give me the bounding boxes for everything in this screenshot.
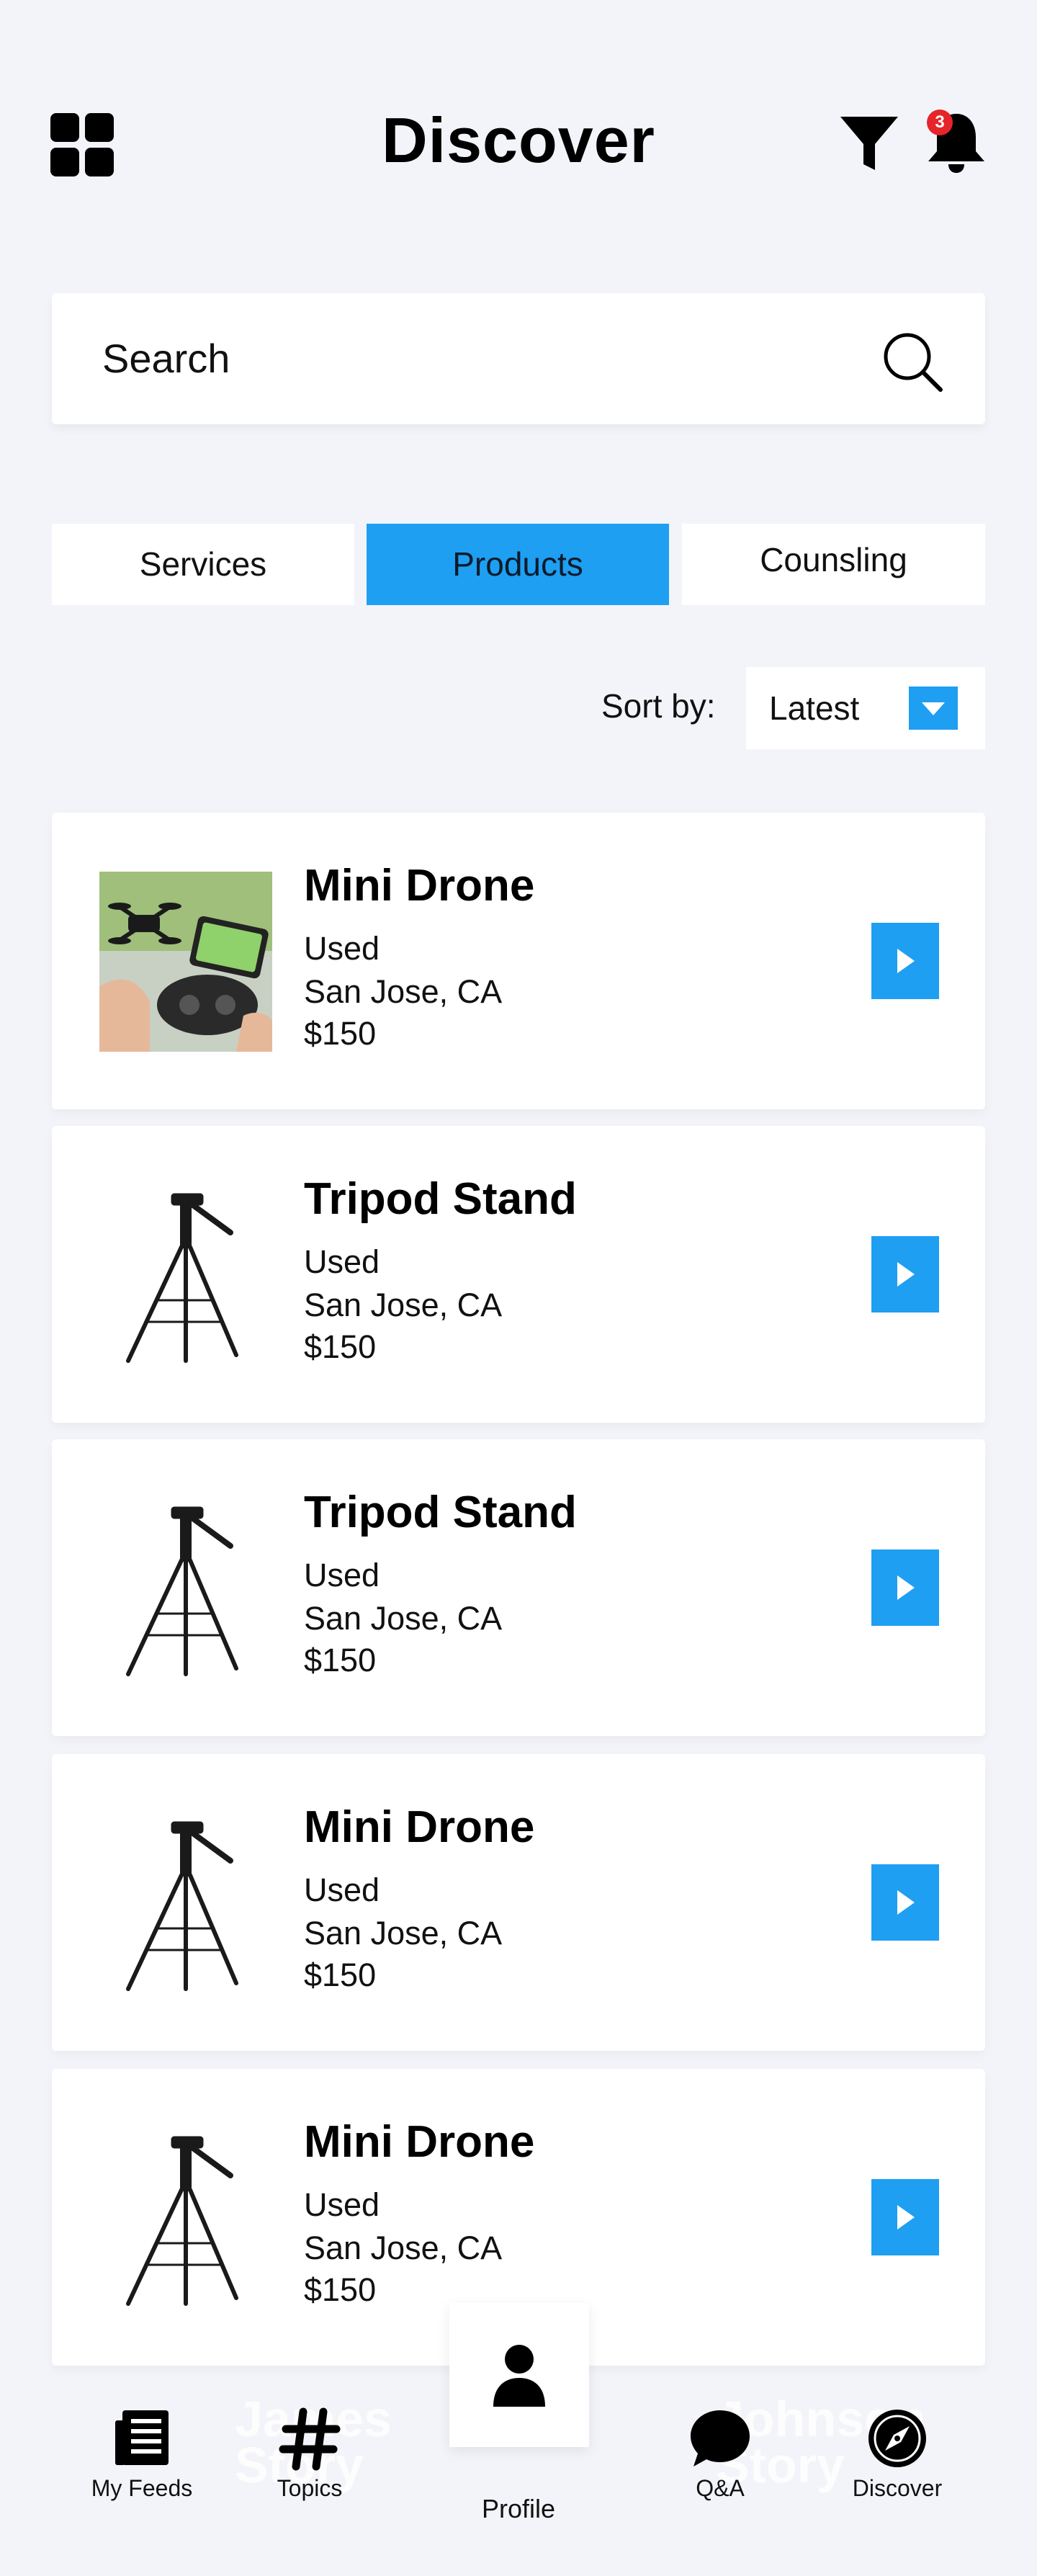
- card-location: San Jose, CA: [304, 973, 503, 1010]
- card-price: $150: [304, 2271, 377, 2308]
- card-title: Mini Drone: [304, 861, 535, 911]
- card-location: San Jose, CA: [304, 1600, 503, 1637]
- tripod-photo: [99, 1813, 272, 1993]
- feed-icon: [109, 2406, 174, 2471]
- search-input[interactable]: Search: [102, 293, 230, 424]
- search-icon[interactable]: [880, 329, 945, 394]
- play-button[interactable]: [871, 1864, 939, 1941]
- tripod-photo: [99, 1498, 272, 1678]
- card-condition: Used: [304, 930, 380, 967]
- chevron-down-icon[interactable]: [909, 687, 958, 730]
- play-button[interactable]: [871, 923, 939, 999]
- nav-label: Topics: [277, 2475, 343, 2501]
- card-condition: Used: [304, 1871, 380, 1908]
- product-card[interactable]: Tripod Stand Used San Jose, CA $150: [52, 1126, 985, 1423]
- product-card[interactable]: Tripod Stand Used San Jose, CA $150: [52, 1439, 985, 1736]
- card-condition: Used: [304, 1557, 380, 1593]
- person-icon: [493, 2345, 545, 2407]
- card-location: San Jose, CA: [304, 1287, 503, 1323]
- nav-qa[interactable]: Q&A: [648, 2406, 792, 2502]
- card-condition: Used: [304, 1243, 380, 1280]
- card-title: Tripod Stand: [304, 1174, 577, 1224]
- card-location: San Jose, CA: [304, 1915, 503, 1951]
- tripod-photo: [99, 1185, 272, 1365]
- card-price: $150: [304, 1642, 377, 1678]
- chat-bubble-icon: [688, 2406, 753, 2471]
- tripod-photo: [99, 2128, 272, 2308]
- play-button[interactable]: [871, 1236, 939, 1312]
- card-title: Mini Drone: [304, 1802, 535, 1852]
- compass-icon: [865, 2406, 930, 2471]
- play-button[interactable]: [871, 2179, 939, 2255]
- nav-topics[interactable]: Topics: [238, 2406, 382, 2502]
- nav-label: Q&A: [696, 2475, 745, 2501]
- tab-products[interactable]: Products: [367, 524, 669, 605]
- card-location: San Jose, CA: [304, 2230, 503, 2266]
- notification-badge: 3: [927, 109, 953, 135]
- card-price: $150: [304, 1956, 377, 1993]
- sort-dropdown[interactable]: Latest: [746, 667, 985, 749]
- nav-my-feeds[interactable]: My Feeds: [70, 2406, 214, 2502]
- card-title: Mini Drone: [304, 2117, 535, 2167]
- sort-value: Latest: [769, 689, 860, 727]
- nav-label: Discover: [852, 2475, 943, 2501]
- search-bar[interactable]: Search: [52, 293, 985, 424]
- drone-photo: [99, 872, 272, 1052]
- card-condition: Used: [304, 2186, 380, 2223]
- nav-discover[interactable]: Discover: [825, 2406, 969, 2502]
- card-price: $150: [304, 1015, 377, 1052]
- nav-label: My Feeds: [91, 2475, 193, 2501]
- sort-label: Sort by:: [601, 687, 716, 725]
- card-title: Tripod Stand: [304, 1488, 577, 1537]
- hashtag-icon: [277, 2406, 342, 2471]
- play-button[interactable]: [871, 1549, 939, 1626]
- product-card[interactable]: Mini Drone Used San Jose, CA $150: [52, 813, 985, 1109]
- product-card[interactable]: Mini Drone Used San Jose, CA $150: [52, 1754, 985, 2051]
- tab-services[interactable]: Services: [52, 524, 354, 605]
- nav-label: Profile: [481, 2494, 556, 2523]
- filter-icon[interactable]: [839, 114, 899, 174]
- nav-profile[interactable]: [449, 2303, 589, 2447]
- tab-counsling[interactable]: Counsling: [682, 524, 985, 605]
- card-price: $150: [304, 1328, 377, 1365]
